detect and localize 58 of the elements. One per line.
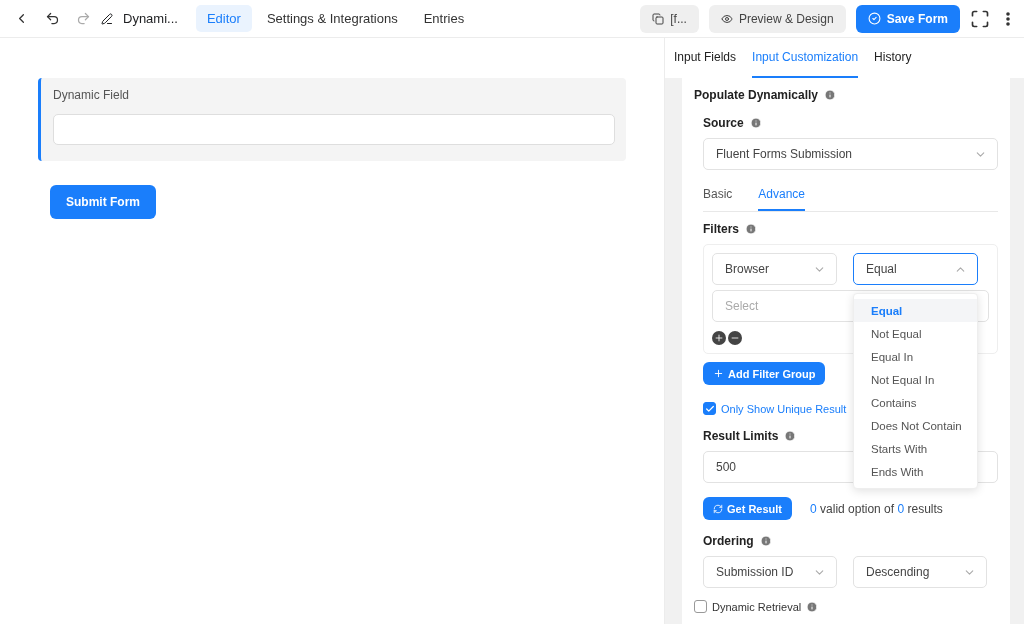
- menu-option[interactable]: Not Equal In: [854, 368, 977, 391]
- shortcode-button[interactable]: [f...: [640, 4, 699, 33]
- pencil-icon: [101, 12, 113, 25]
- menu-option[interactable]: Equal In: [854, 345, 977, 368]
- checkbox[interactable]: [703, 402, 716, 415]
- undo-icon: [45, 11, 60, 26]
- get-result-button[interactable]: Get Result: [703, 497, 792, 520]
- panel-tab[interactable]: Input Fields: [674, 38, 737, 78]
- panel-tab[interactable]: History: [874, 38, 912, 78]
- remove-filter-button[interactable]: [728, 331, 742, 345]
- info-icon: [806, 600, 819, 613]
- submit-button[interactable]: Submit Form: [50, 185, 156, 219]
- check-circle-icon: [867, 12, 881, 25]
- info-icon: [745, 223, 757, 235]
- checkbox-label: Only Show Unique Result: [721, 402, 847, 415]
- field-label: Dynamic Field: [53, 88, 131, 102]
- add-filter-button[interactable]: [712, 331, 726, 345]
- ordering-label: Ordering: [703, 534, 754, 548]
- order-direction-select[interactable]: Descending: [853, 556, 987, 588]
- source-label: Source: [703, 116, 744, 130]
- nav-tab[interactable]: Entries: [412, 5, 476, 32]
- source-select[interactable]: Fluent Forms Submission: [703, 138, 998, 170]
- menu-option[interactable]: Does Not Contain: [854, 414, 977, 437]
- info-icon: [784, 430, 797, 442]
- field-select[interactable]: Browser: [712, 253, 837, 285]
- more-icon: [1006, 11, 1010, 26]
- refresh-icon: [713, 503, 723, 514]
- plus-icon: [714, 333, 724, 343]
- sub-tab[interactable]: Advance: [758, 178, 806, 211]
- save-button[interactable]: Save Form: [855, 4, 960, 33]
- menu-option[interactable]: Contains: [854, 391, 977, 414]
- result-text: 0 valid option of 0 results: [810, 501, 943, 516]
- plus-icon: [713, 368, 724, 379]
- filters-label: Filters: [703, 222, 739, 236]
- menu-option[interactable]: Equal: [854, 299, 977, 322]
- nav-tab[interactable]: Settings & Integrations: [255, 5, 409, 32]
- menu-option[interactable]: Starts With: [854, 437, 977, 460]
- limits-label: Result Limits: [703, 429, 779, 443]
- sub-tab[interactable]: Basic: [703, 178, 733, 211]
- form-title: Dynami...: [122, 11, 179, 26]
- checkbox[interactable]: [694, 600, 707, 613]
- info-icon: [824, 89, 837, 101]
- menu-option[interactable]: Ends With: [854, 460, 977, 483]
- order-by-select[interactable]: Submission ID: [703, 556, 837, 588]
- nav-tab[interactable]: Editor: [195, 5, 252, 32]
- info-icon: [759, 535, 772, 547]
- copy-icon: [652, 12, 665, 25]
- fullscreen-icon: [970, 8, 990, 29]
- info-icon: [749, 117, 762, 129]
- redo-icon: [76, 11, 91, 26]
- eye-icon: [720, 12, 733, 25]
- input-field[interactable]: [53, 114, 615, 145]
- checkbox-label: Dynamic Retrieval: [712, 600, 802, 613]
- operator-select[interactable]: Equal: [853, 253, 978, 285]
- preview-button[interactable]: Preview & Design: [708, 4, 846, 33]
- section-title: Populate Dynamically: [694, 88, 819, 102]
- add-filter-group-button[interactable]: Add Filter Group: [703, 362, 826, 385]
- menu-option[interactable]: Not Equal: [854, 322, 977, 345]
